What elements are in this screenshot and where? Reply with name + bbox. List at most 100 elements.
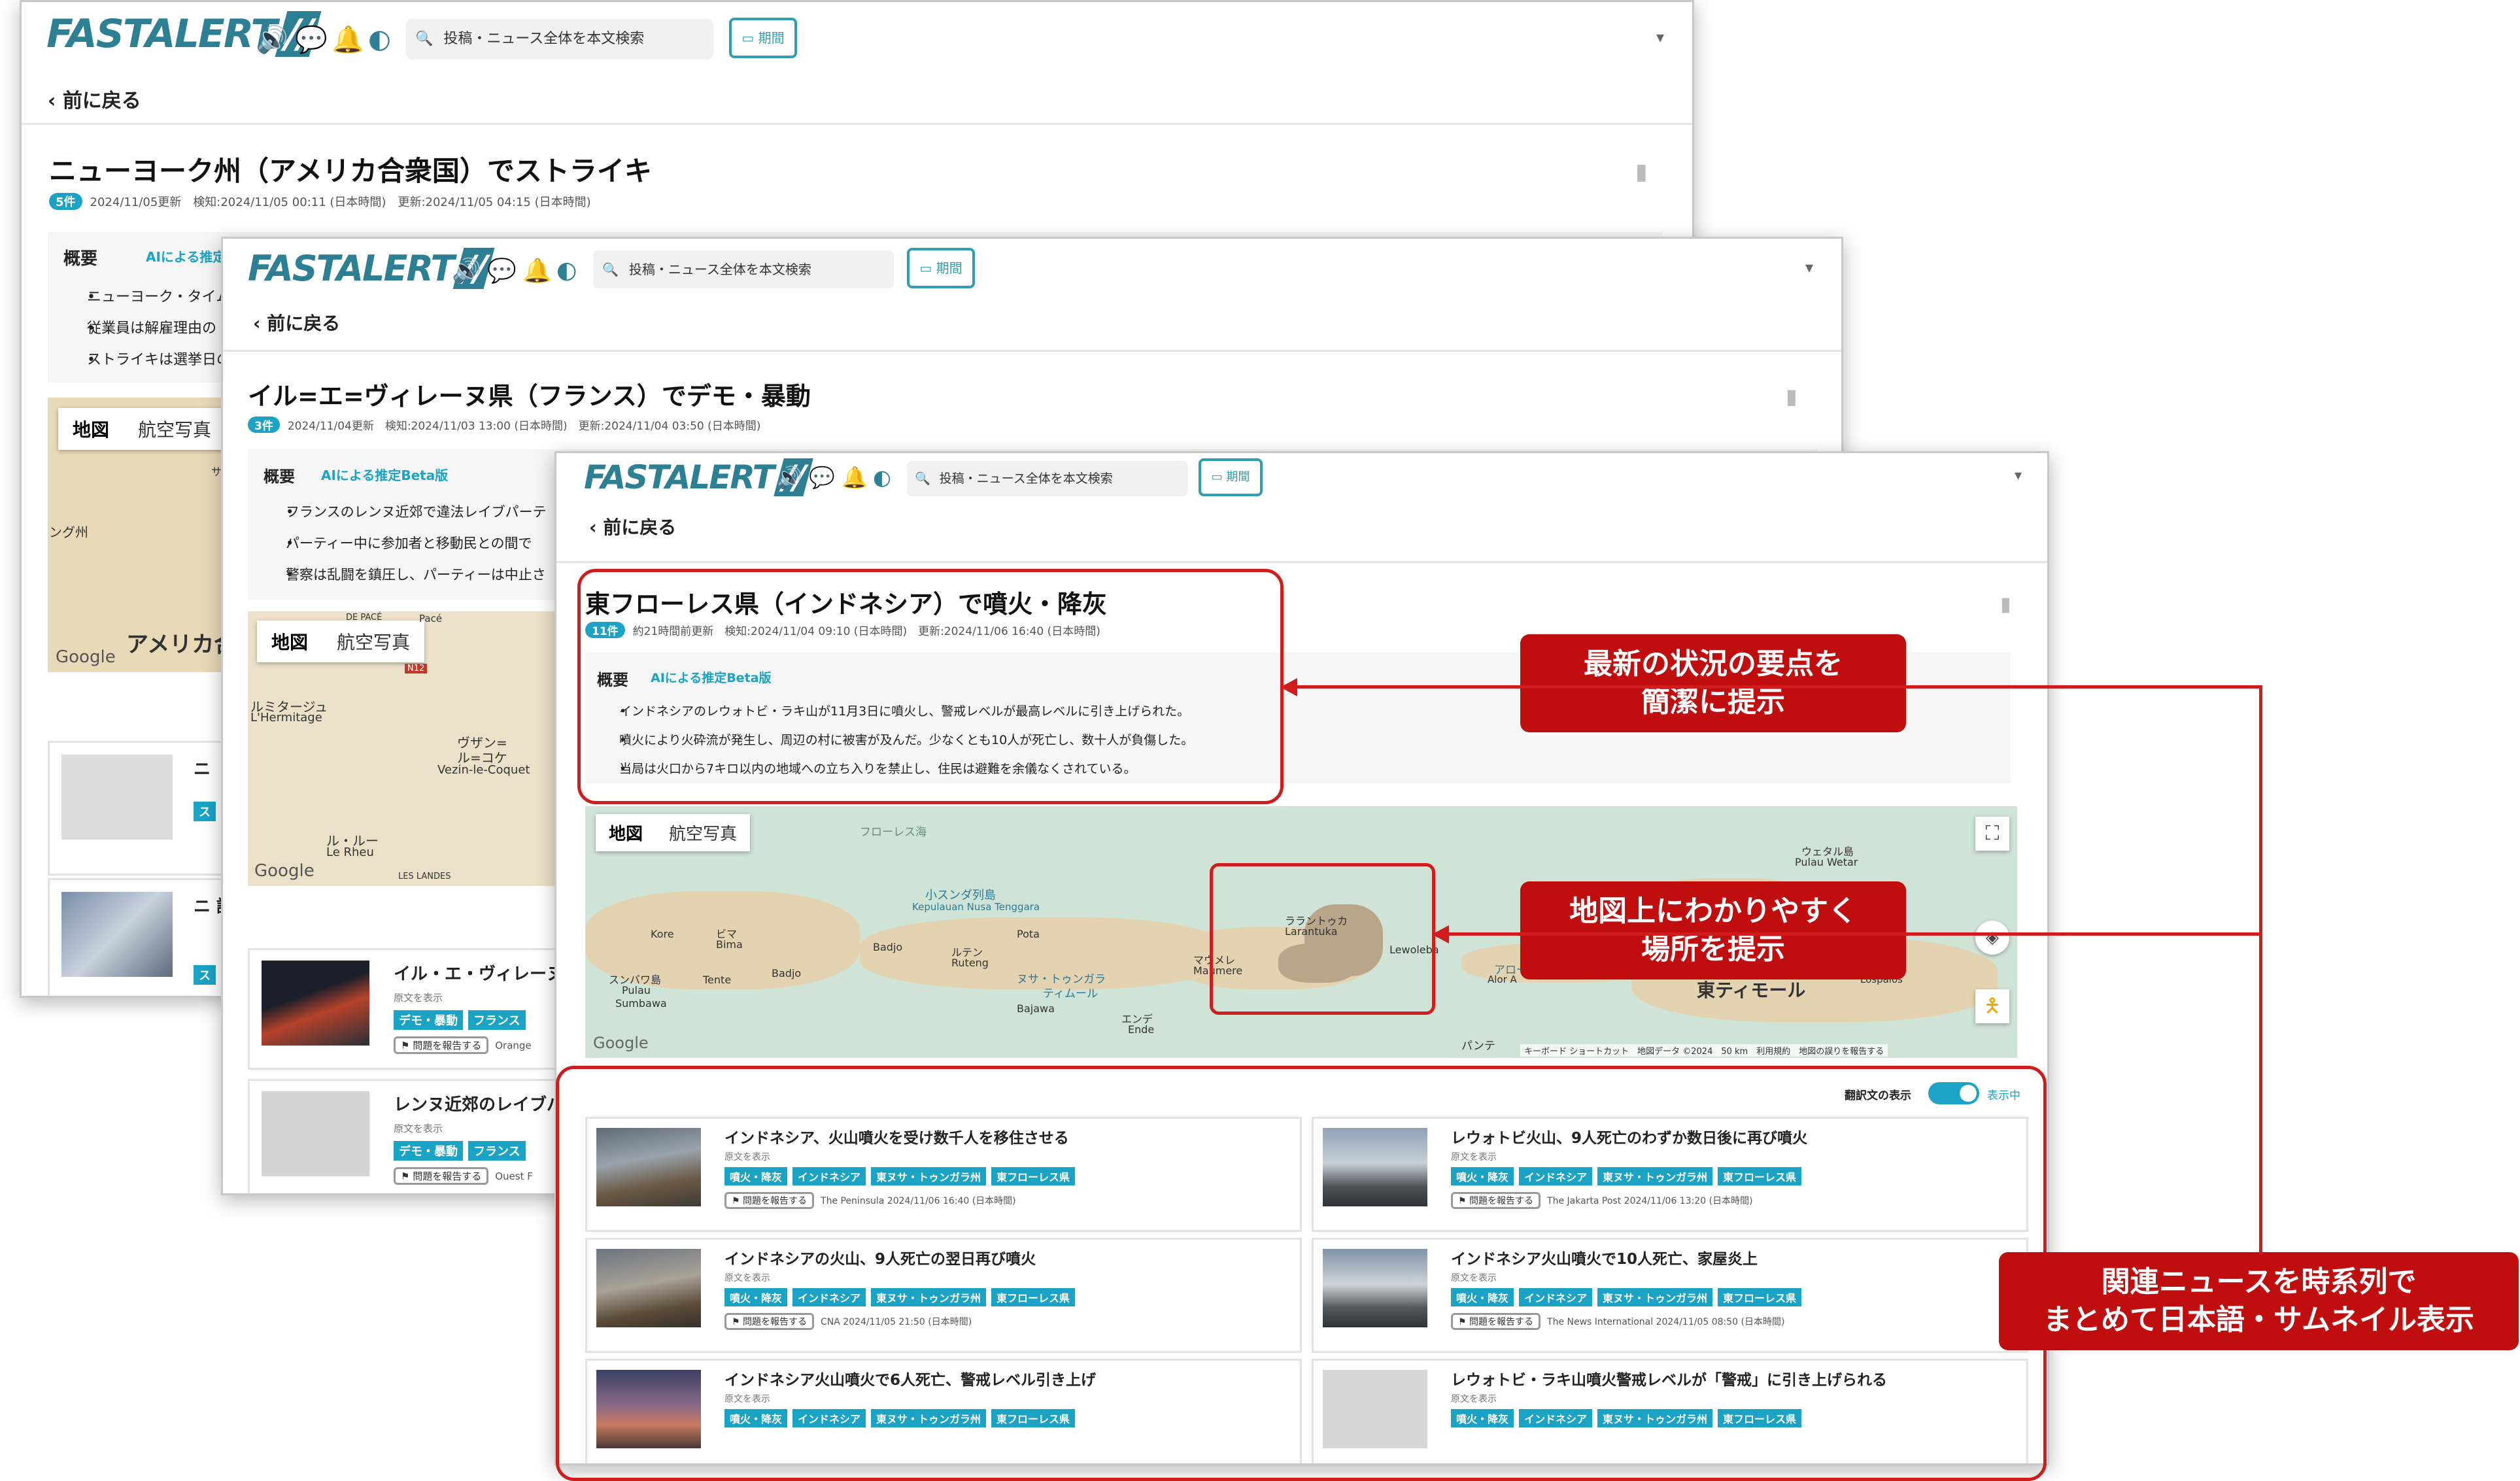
- connector-line: [2259, 685, 2262, 1254]
- map-label: Bajawa: [1017, 1002, 1055, 1015]
- chevron-down-icon[interactable]: ▾: [2015, 468, 2022, 484]
- connector-line: [1295, 685, 2262, 689]
- contrast-icon[interactable]: ◐: [368, 24, 391, 54]
- top-bar: FASTALERT// 🔊 💬 🔔 ◐ 🔍 投稿・ニュース全体を本文検索 ▭ 期間…: [223, 239, 1841, 352]
- map-label: Ruteng: [951, 957, 989, 969]
- summary-item: 従業員は解雇理由の: [63, 313, 231, 345]
- map-label: Vezin-le-Coquet: [437, 763, 530, 777]
- ai-badge: AIによる推定Beta版: [321, 468, 449, 483]
- back-link[interactable]: ‹ 前に戻る: [48, 84, 141, 113]
- card-title: イル・エ・ヴィレーヌ: [394, 964, 564, 984]
- map-label: サ: [211, 466, 222, 478]
- map-label: Alor A: [1488, 974, 1517, 985]
- summary-heading: 概要: [63, 249, 98, 269]
- map-view[interactable]: 地図 航空写真 DE PACÉ Pacé N12 ルミタージュ L'Hermit…: [248, 611, 562, 886]
- highlight-map-location: [1210, 863, 1435, 1015]
- period-button[interactable]: ▭ 期間: [1199, 458, 1263, 496]
- search-icon: 🔍: [602, 262, 619, 277]
- calendar-icon: ▭: [919, 260, 936, 276]
- search-input[interactable]: 🔍 投稿・ニュース全体を本文検索: [406, 19, 713, 60]
- tab-aerial[interactable]: 航空写真: [124, 408, 226, 450]
- bookmark-icon[interactable]: ▮: [1786, 384, 1797, 409]
- map-label: Tente: [703, 974, 732, 986]
- map-label: ティムール: [1043, 987, 1098, 1000]
- summary-item: フランスのレンヌ近郊で違法レイブパーテ: [264, 496, 547, 528]
- tab-map[interactable]: 地図: [257, 621, 322, 662]
- show-original-link[interactable]: 原文を表示: [394, 991, 443, 1004]
- map-type-tabs: 地図 航空写真: [58, 408, 226, 450]
- bookmark-icon[interactable]: ▮: [1635, 159, 1648, 185]
- callout-news: 関連ニュースを時系列で まとめて日本語・サムネイル表示: [1999, 1252, 2519, 1350]
- report-button[interactable]: ⚑ 問題を報告する: [394, 1167, 489, 1185]
- arrow-icon: [1432, 925, 1449, 944]
- search-icon: 🔍: [915, 471, 930, 486]
- chat-icon[interactable]: 💬: [487, 257, 517, 284]
- bookmark-icon[interactable]: ▮: [2000, 593, 2011, 616]
- summary-item: パーティー中に参加者と移動民との間で: [264, 528, 547, 559]
- callout-map: 地図上にわかりやすく 場所を提示: [1520, 881, 1906, 979]
- news-card[interactable]: レンヌ近郊のレイブパ 原文を表示 デモ・暴動 フランス ⚑ 問題を報告する Oue…: [248, 1079, 592, 1193]
- tag-list: デモ・暴動 フランス: [394, 1010, 526, 1030]
- chevron-down-icon[interactable]: ▾: [1805, 258, 1813, 277]
- map-label: 東ティモール: [1697, 979, 1806, 1001]
- show-original-link[interactable]: 原文を表示: [394, 1121, 443, 1135]
- meta-line: 3件 2024/11/04更新 検知:2024/11/03 13:00 (日本時間…: [248, 417, 760, 433]
- period-button[interactable]: ▭ 期間: [907, 248, 975, 288]
- flag-icon: ⚑: [401, 1170, 413, 1182]
- google-logo: Google: [56, 647, 116, 667]
- tag[interactable]: フランス: [468, 1010, 526, 1030]
- tab-aerial[interactable]: 航空写真: [322, 621, 424, 662]
- map-label: Badjo: [873, 941, 903, 953]
- contrast-icon[interactable]: ◐: [556, 257, 577, 284]
- chat-icon[interactable]: 💬: [295, 24, 328, 55]
- page-title: イル=エ=ヴィレーヌ県（フランス）でデモ・暴動: [248, 382, 811, 411]
- map-type-tabs: 地図 航空写真: [596, 814, 751, 851]
- back-link[interactable]: ‹ 前に戻る: [589, 513, 676, 539]
- map-label: Pacé: [419, 613, 443, 624]
- tag[interactable]: フランス: [468, 1141, 526, 1161]
- tag[interactable]: デモ・暴動: [394, 1010, 463, 1030]
- compass-icon[interactable]: ◈: [1975, 921, 2009, 955]
- map-label: LES LANDES: [398, 872, 451, 881]
- google-logo: Google: [254, 861, 315, 881]
- tag[interactable]: デモ・暴動: [394, 1141, 463, 1161]
- meta-line: 5件 2024/11/05更新 検知:2024/11/05 00:11 (日本時間…: [49, 193, 591, 210]
- bell-icon[interactable]: 🔔: [522, 257, 552, 284]
- fullscreen-icon[interactable]: ⛶: [1975, 817, 2009, 851]
- tab-map[interactable]: 地図: [596, 814, 656, 851]
- pegman-icon[interactable]: 🯅: [1975, 989, 2009, 1023]
- map-label: Pulau Wetar: [1795, 856, 1858, 868]
- bell-icon[interactable]: 🔔: [842, 465, 868, 490]
- tag[interactable]: ス: [194, 965, 216, 985]
- fastalert-logo[interactable]: FASTALERT//: [584, 458, 813, 496]
- bell-icon[interactable]: 🔔: [332, 24, 364, 55]
- report-row: ⚑ 問題を報告する Ouest F: [394, 1167, 533, 1185]
- summary-item: ニューヨーク・タイム: [63, 282, 231, 313]
- thumbnail: [262, 961, 369, 1046]
- arrow-icon: [1280, 678, 1297, 696]
- speaker-icon[interactable]: 🔊: [452, 257, 481, 284]
- back-link[interactable]: ‹ 前に戻る: [253, 309, 340, 335]
- period-button[interactable]: ▭ 期間: [729, 18, 797, 58]
- tag-list: デモ・暴動 フランス: [394, 1141, 526, 1161]
- chat-icon[interactable]: 💬: [809, 465, 835, 490]
- tab-map[interactable]: 地図: [58, 408, 124, 450]
- report-button[interactable]: ⚑ 問題を報告する: [394, 1036, 489, 1054]
- card-title: レンヌ近郊のレイブパ: [394, 1095, 564, 1115]
- highlight-news-list: [556, 1066, 2047, 1481]
- contrast-icon[interactable]: ◐: [873, 465, 891, 490]
- search-input[interactable]: 🔍 投稿・ニュース全体を本文検索: [593, 250, 894, 288]
- map-label: Badjo: [772, 967, 802, 979]
- speaker-icon[interactable]: 🔊: [776, 465, 802, 490]
- chevron-down-icon[interactable]: ▾: [1656, 28, 1664, 46]
- summary-item: 警察は乱闘を鎮圧し、パーティーは中止さ: [264, 559, 547, 590]
- news-card[interactable]: イル・エ・ヴィレーヌ 原文を表示 デモ・暴動 フランス ⚑ 問題を報告する Ora…: [248, 948, 592, 1070]
- top-bar: FASTALERT// 🔊 💬 🔔 ◐ 🔍 投稿・ニュース全体を本文検索 ▭ 期間…: [556, 453, 2047, 563]
- search-input[interactable]: 🔍 投稿・ニュース全体を本文検索: [907, 461, 1188, 496]
- map-label: パンテ: [1461, 1040, 1495, 1053]
- google-logo: Google: [593, 1034, 649, 1052]
- tab-aerial[interactable]: 航空写真: [656, 814, 750, 851]
- tag[interactable]: ス: [194, 802, 216, 821]
- tag-list: ス: [194, 965, 216, 985]
- speaker-icon[interactable]: 🔊: [256, 24, 288, 55]
